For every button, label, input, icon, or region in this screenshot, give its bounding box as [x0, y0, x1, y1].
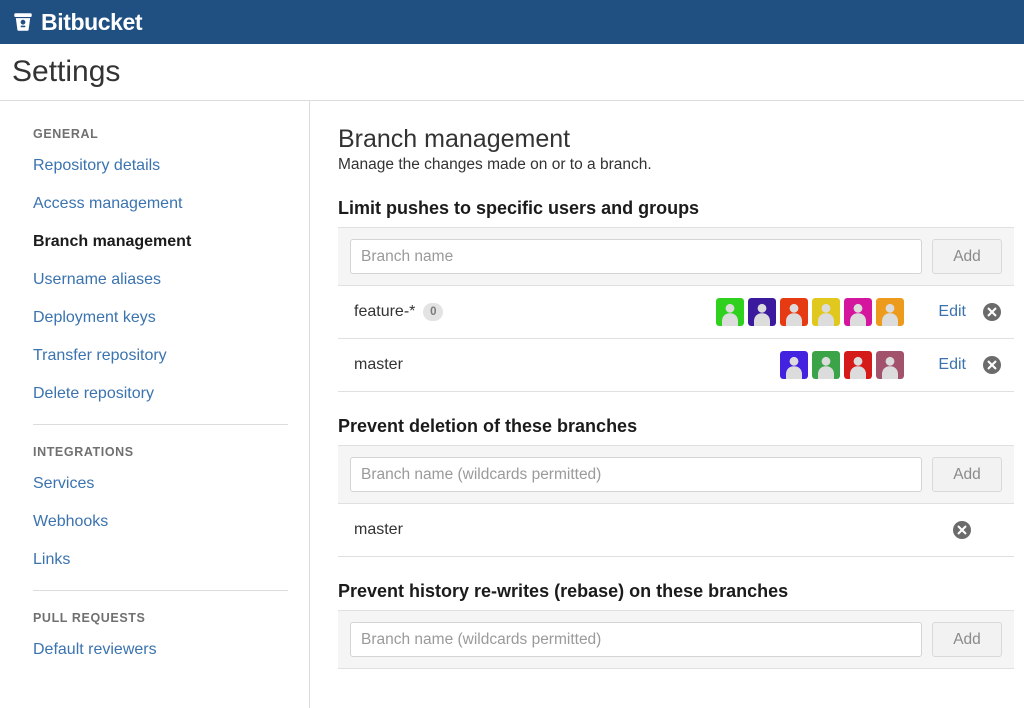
branch-management-title: Branch management	[338, 125, 571, 153]
user-count-badge: 0	[423, 303, 444, 321]
section-heading: Prevent deletion of these branches	[338, 416, 638, 436]
sidebar-section-title: PULL REQUESTS	[33, 611, 146, 625]
sidebar-group: GENERAL Repository details Access manageme…	[33, 127, 309, 402]
delete-rule-icon[interactable]	[952, 520, 972, 540]
user-avatar-icon[interactable]	[812, 351, 841, 379]
sidebar-group: INTEGRATIONS Services Webhooks Links	[33, 445, 309, 568]
user-avatar-icon[interactable]	[876, 351, 905, 379]
add-button[interactable]: Add	[932, 457, 1002, 492]
sidebar-item-repository-details[interactable]: Repository details	[33, 158, 160, 174]
add-button[interactable]: Add	[932, 622, 1002, 657]
sidebar-divider	[33, 424, 288, 425]
bitbucket-wordmark: Bitbucket	[41, 8, 143, 35]
branch-name-input[interactable]	[350, 457, 922, 492]
sidebar-item-transfer-repository[interactable]: Transfer repository	[33, 348, 167, 364]
section-heading: Prevent history re-writes (rebase) on th…	[338, 581, 789, 601]
user-avatar-icon[interactable]	[876, 298, 905, 326]
sidebar-section-title: INTEGRATIONS	[33, 445, 134, 459]
section-heading: Limit pushes to specific users and group…	[338, 198, 700, 218]
page-title-settings: Settings	[12, 55, 121, 88]
branch-name-text: master	[354, 356, 403, 373]
permitted-users-avatars	[780, 351, 905, 379]
branch-rule-panel: Add feature-* 0 Edit master Edit	[338, 227, 1014, 392]
row-actions: Edit	[938, 302, 1002, 322]
branch-rule-panel: Add	[338, 610, 1014, 669]
add-button[interactable]: Add	[932, 239, 1002, 274]
user-avatar-icon[interactable]	[780, 351, 809, 379]
branch-rule-row: master Edit	[338, 339, 1014, 392]
user-avatar-icon[interactable]	[716, 298, 745, 326]
branch-management-subtitle: Manage the changes made on or to a branc…	[338, 156, 652, 173]
branch-name-label: master	[354, 356, 403, 374]
branch-name-text: master	[354, 521, 403, 538]
delete-rule-icon[interactable]	[982, 355, 1002, 375]
user-avatar-icon[interactable]	[748, 298, 777, 326]
user-avatar-icon[interactable]	[844, 351, 873, 379]
add-branch-row: Add	[338, 446, 1014, 504]
sidebar-section-title: GENERAL	[33, 127, 99, 141]
row-actions: Edit	[938, 355, 1002, 375]
branch-name-input[interactable]	[350, 622, 922, 657]
sidebar-group: PULL REQUESTS Default reviewers	[33, 611, 309, 658]
page-header: Settings	[0, 44, 1024, 101]
branch-rule-panel: Add master	[338, 445, 1014, 557]
sidebar-item-services[interactable]: Services	[33, 476, 94, 492]
edit-link[interactable]: Edit	[938, 303, 966, 321]
delete-rule-icon[interactable]	[982, 302, 1002, 322]
branch-name-input[interactable]	[350, 239, 922, 274]
branch-settings-sections: Limit pushes to specific users and group…	[338, 198, 1014, 669]
sidebar-item-default-reviewers[interactable]: Default reviewers	[33, 642, 157, 658]
sidebar-divider	[33, 590, 288, 591]
sidebar-item-username-aliases[interactable]: Username aliases	[33, 272, 161, 288]
add-branch-row: Add	[338, 611, 1014, 669]
sidebar-item-access-management[interactable]: Access management	[33, 196, 182, 212]
sidebar-item-delete-repository[interactable]: Delete repository	[33, 386, 154, 402]
edit-link[interactable]: Edit	[938, 356, 966, 374]
add-branch-row: Add	[338, 228, 1014, 286]
branch-name-text: feature-*	[354, 303, 416, 320]
bitbucket-logo[interactable]: Bitbucket	[12, 8, 143, 35]
top-navigation-bar: Bitbucket	[0, 0, 1024, 44]
user-avatar-icon[interactable]	[812, 298, 841, 326]
branch-name-label: master	[354, 521, 403, 539]
sidebar-item-deployment-keys[interactable]: Deployment keys	[33, 310, 156, 326]
main-content: Branch management Manage the changes mad…	[310, 101, 1024, 708]
sidebar-item-branch-management[interactable]: Branch management	[33, 234, 191, 250]
user-avatar-icon[interactable]	[780, 298, 809, 326]
branch-rule-row: master	[338, 504, 1014, 557]
sidebar-item-webhooks[interactable]: Webhooks	[33, 514, 108, 530]
branch-name-label: feature-* 0	[354, 303, 444, 321]
user-avatar-icon[interactable]	[844, 298, 873, 326]
permitted-users-avatars	[716, 298, 905, 326]
bitbucket-bucket-icon	[12, 11, 34, 33]
settings-page: Bitbucket Settings GENERAL Repository det…	[0, 0, 1024, 708]
page-body: GENERAL Repository details Access manageme…	[0, 101, 1024, 708]
settings-sidebar: GENERAL Repository details Access manageme…	[0, 101, 310, 708]
sidebar-item-links[interactable]: Links	[33, 552, 70, 568]
branch-rule-row: feature-* 0 Edit	[338, 286, 1014, 339]
